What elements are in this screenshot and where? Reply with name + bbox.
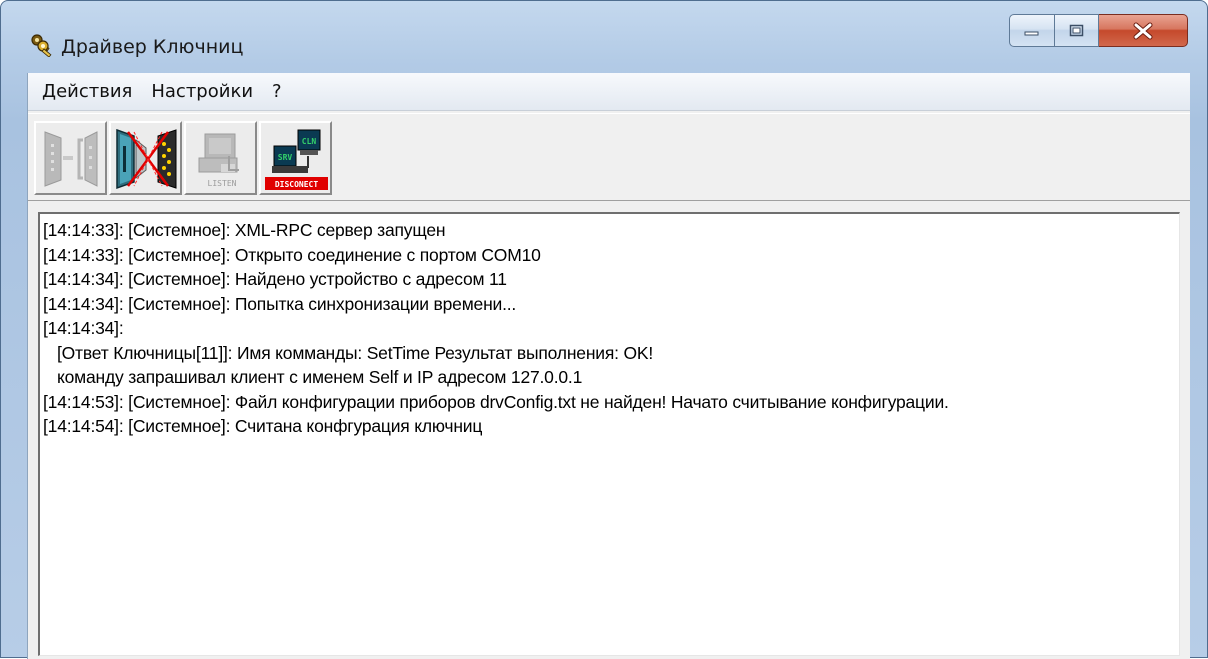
disconnect-label: DISCONECT: [275, 180, 319, 189]
menu-actions[interactable]: Действия: [34, 73, 140, 110]
minimize-button[interactable]: [1009, 14, 1055, 47]
srv-label: SRV: [278, 153, 293, 162]
cln-label: CLN: [302, 137, 317, 146]
maximize-button[interactable]: [1055, 14, 1099, 47]
log-line: [14:14:34]: [Системное]: Попытка синхрон…: [43, 293, 517, 314]
title-bar[interactable]: Драйвер Ключниц: [1, 1, 1207, 73]
keys-app-icon: [29, 33, 55, 58]
disconnect-port-button[interactable]: [109, 121, 182, 195]
log-line: [14:14:33]: [Системное]: XML-RPC сервер …: [43, 220, 446, 240]
log-line: [14:14:34]: [Системное]: Найдено устройс…: [43, 269, 507, 289]
minimize-icon: [1024, 31, 1039, 35]
close-button[interactable]: [1099, 14, 1188, 47]
menu-bar: Действия Настройки ?: [28, 73, 1190, 111]
connect-port-button[interactable]: [34, 121, 107, 195]
log-line: [14:14:33]: [Системное]: Открыто соедине…: [43, 244, 541, 265]
toolbar: LISTEN CLN SRV DISCONECT: [28, 113, 1190, 201]
log-line: [Ответ Ключницы[11]]: Имя комманды: SetT…: [43, 342, 654, 363]
disconnect-clients-button[interactable]: CLN SRV DISCONECT: [259, 121, 332, 195]
log-line: команду запрашивал клиент с именем Self …: [43, 367, 583, 387]
main-window: Драйвер Ключниц Действия Настройки ? LIS…: [0, 0, 1208, 659]
disconnect-terminals-icon: CLN SRV DISCONECT: [265, 129, 328, 190]
log-output[interactable]: [14:14:33]: [Системное]: XML-RPC сервер …: [38, 212, 1180, 656]
menu-settings[interactable]: Настройки: [143, 73, 261, 110]
serial-connector-icon: [44, 131, 98, 187]
menu-help[interactable]: ?: [264, 73, 290, 110]
close-icon: [1133, 22, 1153, 39]
log-line: [14:14:34]:: [43, 318, 124, 338]
listen-computer-icon: LISTEN: [198, 133, 239, 188]
log-line: [14:14:53]: [Системное]: Файл конфигурац…: [43, 391, 949, 412]
maximize-icon: [1069, 24, 1083, 36]
log-line: [14:14:54]: [Системное]: Считана конфгур…: [43, 416, 483, 436]
listen-label: LISTEN: [208, 179, 237, 188]
client-area: Действия Настройки ? LISTEN CLN SRV DISC…: [27, 73, 1190, 659]
listen-button[interactable]: LISTEN: [184, 121, 257, 195]
serial-disconnect-icon: [116, 128, 177, 190]
window-title: Драйвер Ключниц: [61, 36, 244, 58]
